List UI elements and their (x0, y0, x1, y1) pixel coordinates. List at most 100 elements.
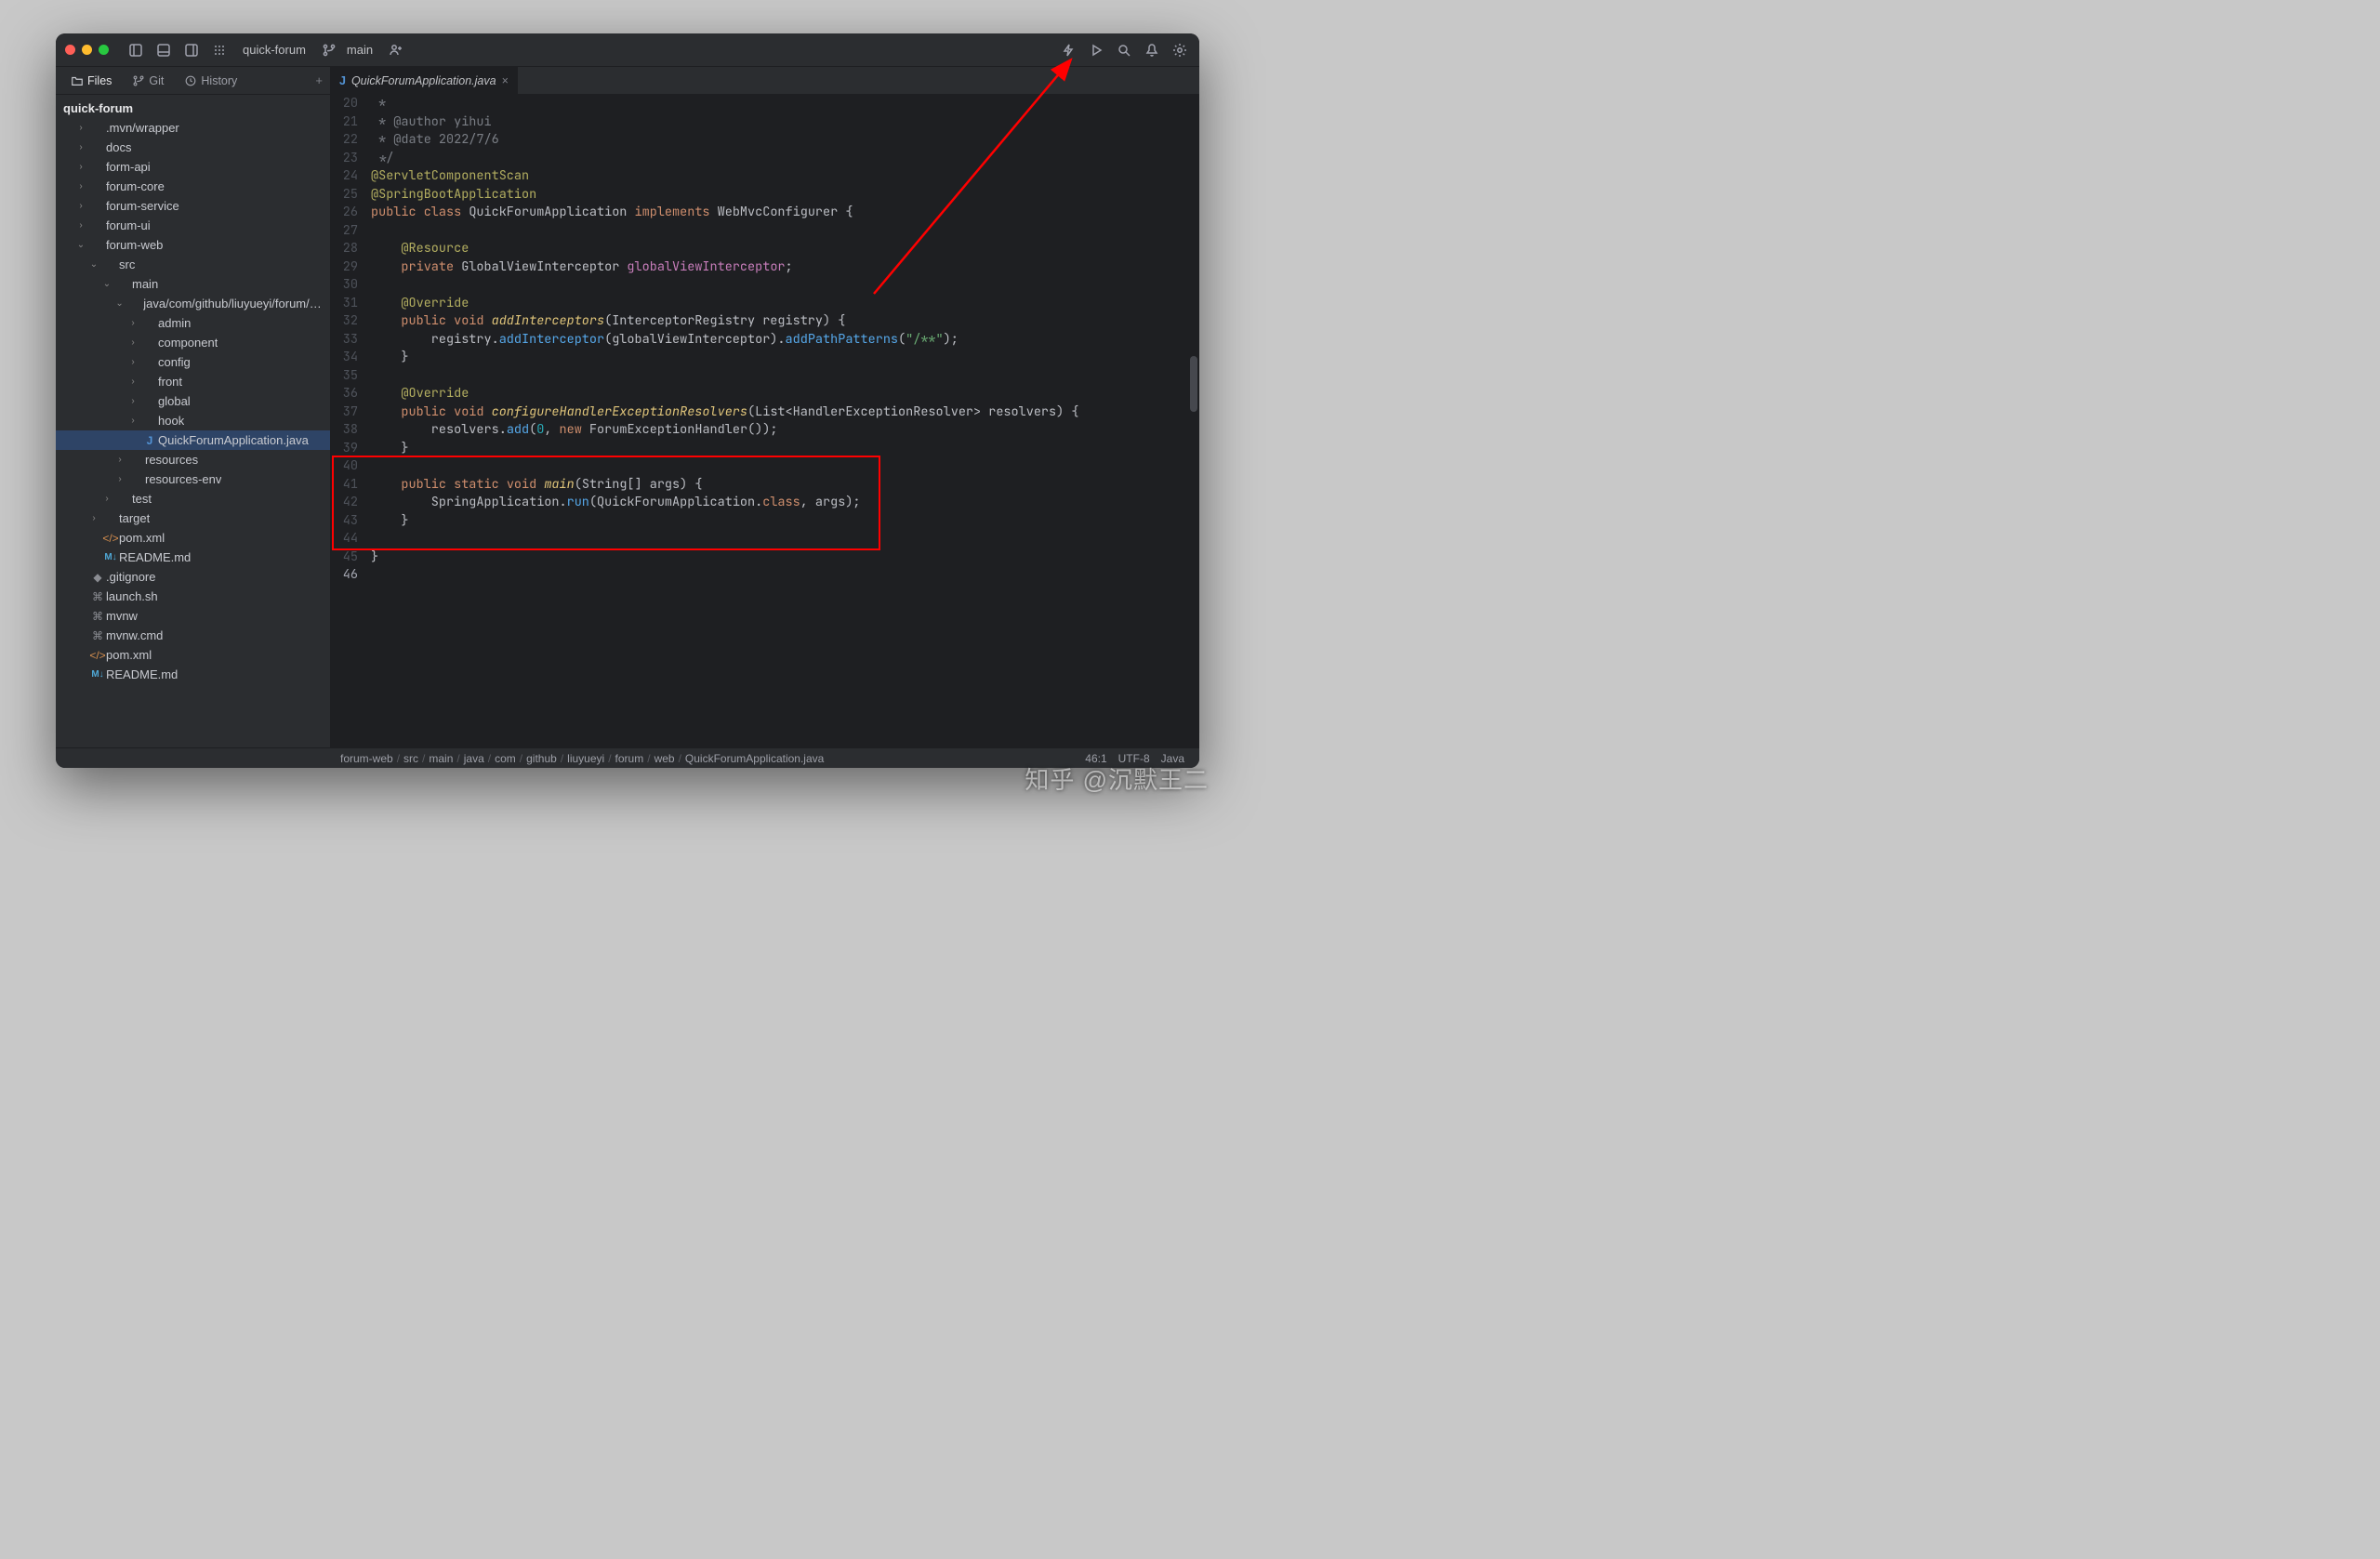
tree-label: pom.xml (119, 531, 165, 545)
tree-item[interactable]: M↓README.md (56, 548, 330, 567)
tree-label: README.md (119, 550, 191, 564)
tree-label: .gitignore (106, 570, 155, 584)
branch-name[interactable]: main (341, 43, 378, 57)
tree-item[interactable]: JQuickForumApplication.java (56, 430, 330, 450)
md-icon: M↓ (102, 552, 119, 562)
tab-history-label: History (201, 74, 237, 87)
breadcrumb-item[interactable]: java (464, 752, 484, 765)
tree-label: config (158, 355, 191, 369)
tree-item[interactable]: ›component (56, 333, 330, 352)
tree-item[interactable]: ›front (56, 372, 330, 391)
tree-item[interactable]: ›global (56, 391, 330, 411)
tab-row: Files Git History + J QuickForumApplicat… (56, 67, 1199, 95)
close-tab-icon[interactable]: × (502, 74, 509, 87)
sidebar-tabs: Files Git History + (56, 67, 330, 95)
bolt-icon[interactable] (1058, 40, 1078, 60)
tree-label: hook (158, 414, 184, 428)
tree-item[interactable]: ›test (56, 489, 330, 509)
tree-item[interactable]: ◆.gitignore (56, 567, 330, 587)
tab-git[interactable]: Git (123, 67, 173, 94)
project-tree[interactable]: quick-forum›.mvn/wrapper›docs›form-api›f… (56, 95, 330, 747)
tree-item[interactable]: ›forum-core (56, 177, 330, 196)
tree-item[interactable]: ›.mvn/wrapper (56, 118, 330, 138)
breadcrumb-item[interactable]: github (526, 752, 557, 765)
min-window-icon[interactable] (82, 45, 92, 55)
git-branch-icon (132, 74, 145, 87)
tree-label: target (119, 511, 150, 525)
java-file-icon: J (339, 74, 346, 87)
search-icon[interactable] (1114, 40, 1134, 60)
tree-root[interactable]: quick-forum (56, 99, 330, 118)
breadcrumb-item[interactable]: liuyueyi (567, 752, 604, 765)
tree-item[interactable]: ›docs (56, 138, 330, 157)
max-window-icon[interactable] (99, 45, 109, 55)
tree-label: mvnw (106, 609, 138, 623)
tree-label: java/com/github/liuyueyi/forum/web (143, 297, 323, 310)
close-window-icon[interactable] (65, 45, 75, 55)
tree-item[interactable]: ⌘launch.sh (56, 587, 330, 606)
project-name[interactable]: quick-forum (237, 43, 311, 57)
breadcrumb-item[interactable]: web (654, 752, 675, 765)
tree-item[interactable]: ›form-api (56, 157, 330, 177)
add-user-icon[interactable] (386, 40, 406, 60)
gear-icon[interactable] (1170, 40, 1190, 60)
history-icon (184, 74, 197, 87)
tree-label: .mvn/wrapper (106, 121, 179, 135)
tree-item[interactable]: ⌄main (56, 274, 330, 294)
tree-item[interactable]: ›forum-ui (56, 216, 330, 235)
tree-label: pom.xml (106, 648, 152, 662)
breadcrumb-item[interactable]: src (403, 752, 418, 765)
breadcrumb-item[interactable]: QuickForumApplication.java (685, 752, 824, 765)
tree-item[interactable]: ⌄src (56, 255, 330, 274)
md-icon: M↓ (89, 669, 106, 680)
bottom-panel-icon[interactable] (153, 40, 174, 60)
tree-item[interactable]: ›resources (56, 450, 330, 469)
tree-item[interactable]: ⌘mvnw (56, 606, 330, 626)
editor-tabs: J QuickForumApplication.java × (330, 67, 1199, 95)
tree-item[interactable]: ⌘mvnw.cmd (56, 626, 330, 645)
sidebar-left-icon[interactable] (126, 40, 146, 60)
watermark: 知乎 @沉默王二 (1025, 761, 1209, 796)
bell-icon[interactable] (1142, 40, 1162, 60)
tree-item[interactable]: M↓README.md (56, 665, 330, 684)
tree-item[interactable]: ⌄forum-web (56, 235, 330, 255)
tree-label: forum-ui (106, 218, 151, 232)
breadcrumbs[interactable]: forum-web/src/main/java/com/github/liuyu… (340, 752, 824, 765)
code-area[interactable]: * * @author yihui * @date 2022/7/6 */ @S… (367, 95, 1199, 747)
tab-history[interactable]: History (175, 67, 246, 94)
tree-item[interactable]: ›config (56, 352, 330, 372)
editor-tab-quickforum[interactable]: J QuickForumApplication.java × (330, 66, 518, 94)
tree-item[interactable]: ›resources-env (56, 469, 330, 489)
editor-tab-name: QuickForumApplication.java (351, 74, 496, 87)
run-icon[interactable] (1086, 40, 1106, 60)
add-tab-button[interactable]: + (315, 73, 323, 87)
tree-item[interactable]: ›forum-service (56, 196, 330, 216)
xml-icon: </> (89, 649, 106, 662)
tree-item[interactable]: ›hook (56, 411, 330, 430)
sidebar-right-icon[interactable] (181, 40, 202, 60)
tab-files[interactable]: Files (61, 67, 121, 94)
tree-item[interactable]: ›target (56, 509, 330, 528)
tree-item[interactable]: </>pom.xml (56, 528, 330, 548)
tree-label: docs (106, 140, 131, 154)
tree-label: test (132, 492, 152, 506)
xml-icon: </> (102, 532, 119, 545)
breadcrumb-item[interactable]: forum (615, 752, 644, 765)
branch-icon[interactable] (319, 40, 339, 60)
breadcrumb-item[interactable]: forum-web (340, 752, 393, 765)
scrollbar[interactable] (1190, 356, 1197, 412)
tree-item[interactable]: ›admin (56, 313, 330, 333)
tab-files-label: Files (87, 74, 112, 87)
tree-item[interactable]: ⌄java/com/github/liuyueyi/forum/web (56, 294, 330, 313)
breadcrumb-item[interactable]: main (429, 752, 453, 765)
folder-icon (71, 74, 84, 87)
sh-icon: ⌘ (89, 590, 106, 603)
tree-label: resources-env (145, 472, 221, 486)
tree-item[interactable]: </>pom.xml (56, 645, 330, 665)
ide-window: quick-forum main Files Git History + (56, 33, 1199, 768)
tree-label: admin (158, 316, 191, 330)
grid-icon[interactable] (209, 40, 230, 60)
code-editor[interactable]: 2021222324252627282930313233343536373839… (330, 95, 1199, 747)
breadcrumb-item[interactable]: com (495, 752, 516, 765)
sh-icon: ⌘ (89, 629, 106, 642)
